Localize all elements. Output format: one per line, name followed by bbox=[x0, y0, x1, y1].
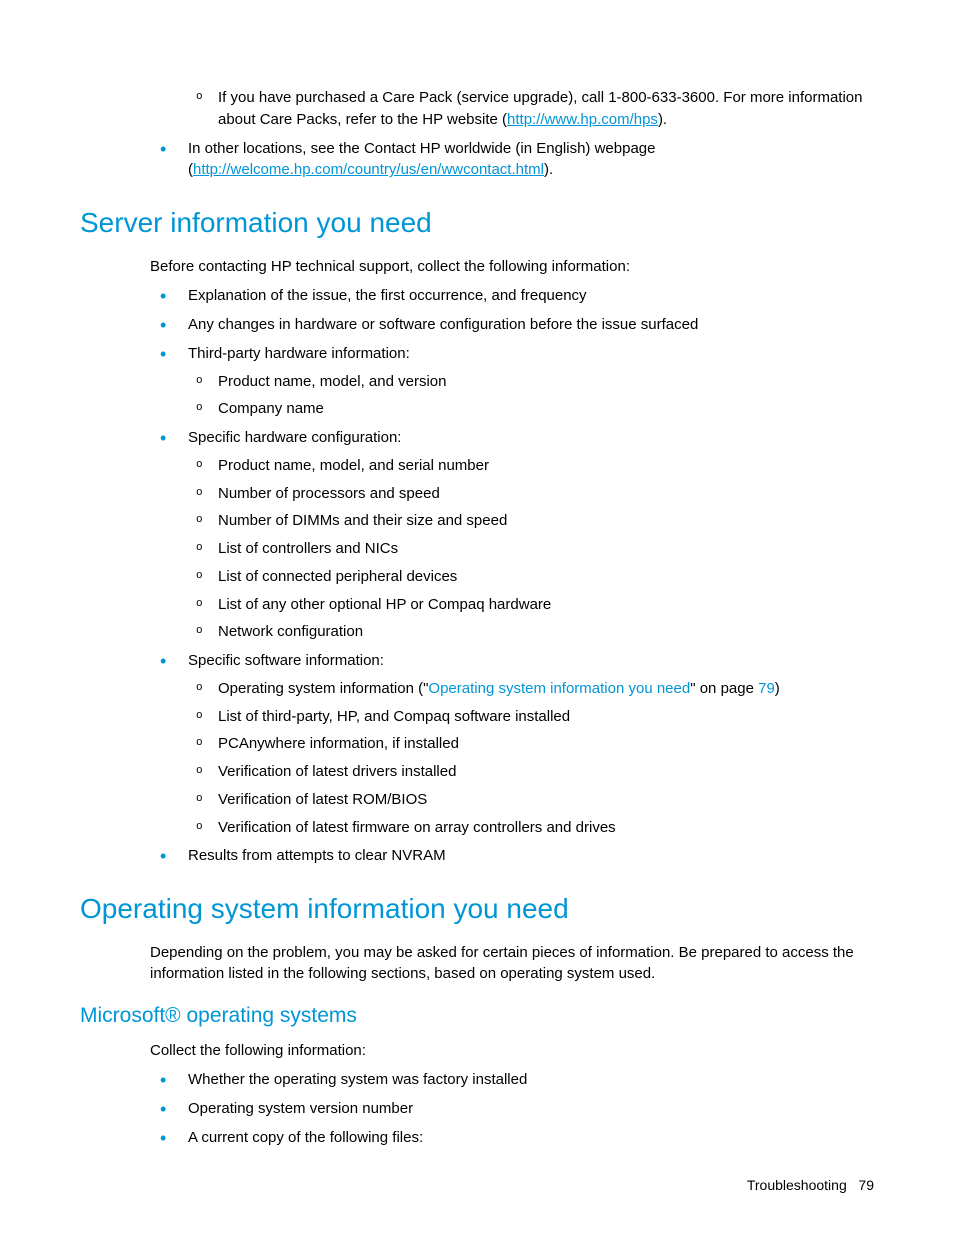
body-text: ). bbox=[544, 161, 553, 178]
server-list: Explanation of the issue, the first occu… bbox=[150, 285, 874, 867]
list-item-label: Specific hardware configuration: bbox=[188, 429, 401, 446]
list-item: Third-party hardware information: Produc… bbox=[150, 343, 874, 420]
list-item: Results from attempts to clear NVRAM bbox=[150, 845, 874, 867]
list-item: Specific hardware configuration: Product… bbox=[150, 427, 874, 643]
body-text: ). bbox=[658, 111, 667, 128]
sub-list: Product name, model, and serial number N… bbox=[188, 455, 874, 643]
care-pack-link[interactable]: http://www.hp.com/hps bbox=[507, 111, 658, 128]
sub-list-item: List of any other optional HP or Compaq … bbox=[188, 594, 874, 616]
list-item: Whether the operating system was factory… bbox=[150, 1069, 874, 1091]
list-item: If you have purchased a Care Pack (servi… bbox=[150, 87, 874, 131]
list-item: A current copy of the following files: bbox=[150, 1127, 874, 1149]
server-intro: Before contacting HP technical support, … bbox=[150, 256, 874, 278]
sub-list-item: Number of DIMMs and their size and speed bbox=[188, 510, 874, 532]
sub-list-item: Verification of latest firmware on array… bbox=[188, 817, 874, 839]
sub-list-item: Company name bbox=[188, 398, 874, 420]
ms-intro: Collect the following information: bbox=[150, 1040, 874, 1062]
footer-section-label: Troubleshooting bbox=[747, 1177, 847, 1193]
sub-list-item: PCAnywhere information, if installed bbox=[188, 733, 874, 755]
sub-list: Product name, model, and version Company… bbox=[188, 371, 874, 421]
list-item: Any changes in hardware or software conf… bbox=[150, 314, 874, 336]
sub-list-item: List of controllers and NICs bbox=[188, 538, 874, 560]
sub-list-item: Operating system information ("Operating… bbox=[188, 678, 874, 700]
body-text: ) bbox=[775, 680, 780, 697]
sub-list: Operating system information ("Operating… bbox=[188, 678, 874, 839]
page-footer: Troubleshooting 79 bbox=[747, 1175, 874, 1195]
wwcontact-link[interactable]: http://welcome.hp.com/country/us/en/wwco… bbox=[193, 161, 544, 178]
ms-list: Whether the operating system was factory… bbox=[150, 1069, 874, 1148]
os-info-page-xref[interactable]: 79 bbox=[758, 680, 775, 697]
list-item: Specific software information: Operating… bbox=[150, 650, 874, 838]
sub-list-item: Network configuration bbox=[188, 621, 874, 643]
sub-list-item: List of third-party, HP, and Compaq soft… bbox=[188, 706, 874, 728]
body-text: " on page bbox=[690, 680, 758, 697]
sub-list-item: List of connected peripheral devices bbox=[188, 566, 874, 588]
list-item: Operating system version number bbox=[150, 1098, 874, 1120]
sub-list-item: Verification of latest ROM/BIOS bbox=[188, 789, 874, 811]
os-info-xref[interactable]: Operating system information you need bbox=[428, 680, 690, 697]
ms-os-heading: Microsoft® operating systems bbox=[80, 1001, 874, 1031]
footer-page-number: 79 bbox=[858, 1177, 874, 1193]
sub-list-item: Product name, model, and serial number bbox=[188, 455, 874, 477]
sub-list-item: If you have purchased a Care Pack (servi… bbox=[188, 87, 874, 131]
sub-list-item: Number of processors and speed bbox=[188, 483, 874, 505]
list-item: Explanation of the issue, the first occu… bbox=[150, 285, 874, 307]
server-info-heading: Server information you need bbox=[80, 203, 874, 244]
sub-list-item: Verification of latest drivers installed bbox=[188, 761, 874, 783]
os-intro: Depending on the problem, you may be ask… bbox=[150, 942, 874, 986]
os-info-heading: Operating system information you need bbox=[80, 889, 874, 930]
sub-list-item: Product name, model, and version bbox=[188, 371, 874, 393]
list-item-label: Specific software information: bbox=[188, 652, 384, 669]
intro-list: If you have purchased a Care Pack (servi… bbox=[150, 87, 874, 181]
list-item-label: Third-party hardware information: bbox=[188, 345, 410, 362]
body-text: Operating system information (" bbox=[218, 680, 428, 697]
list-item: In other locations, see the Contact HP w… bbox=[150, 138, 874, 182]
